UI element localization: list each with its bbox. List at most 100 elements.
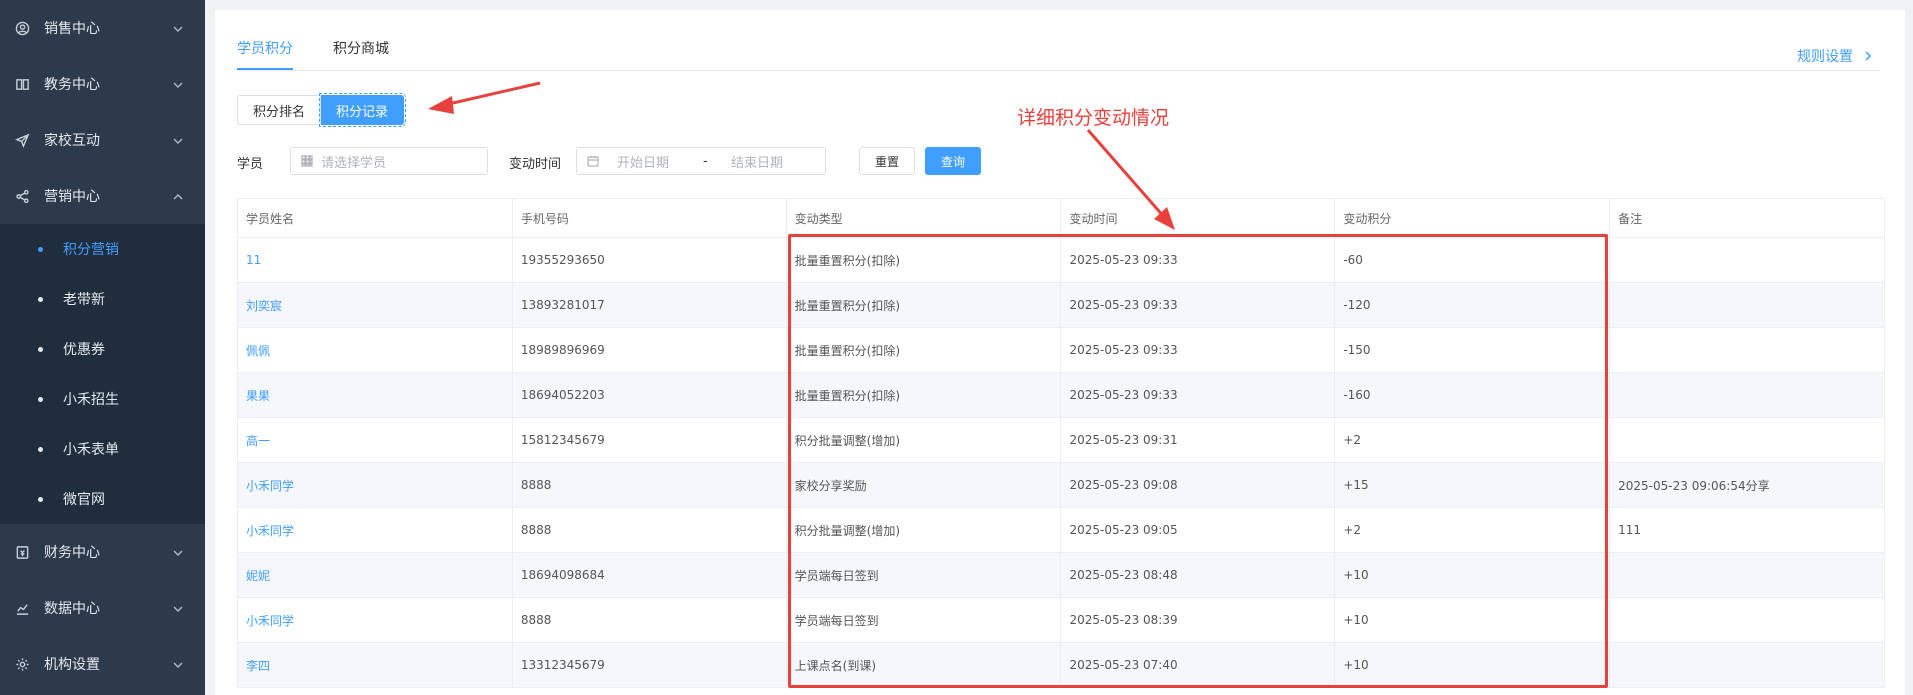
student-name-cell[interactable]: 果果 [238, 373, 513, 418]
sidebar-item-home-school[interactable]: 家校互动 [0, 112, 205, 168]
chevron-down-icon [173, 23, 183, 33]
sidebar-item-referral[interactable]: 老带新 [0, 274, 205, 324]
student-name-cell[interactable]: 刘奕宸 [238, 283, 513, 328]
remark-cell [1610, 238, 1885, 283]
table-row: 妮妮 18694098684 学员端每日签到 2025-05-23 08:48 +10 [238, 553, 1885, 598]
sidebar-item-label: 销售中心 [44, 21, 100, 37]
submenu-label: 老带新 [63, 292, 105, 308]
student-name-cell[interactable]: 11 [238, 238, 513, 283]
column-header[interactable]: 手机号码 [512, 199, 787, 238]
phone-cell: 18989896969 [512, 328, 787, 373]
date-range-picker[interactable]: 开始日期 - 结束日期 [576, 147, 826, 175]
sidebar-item-label: 营销中心 [44, 189, 100, 205]
change-type-cell: 学员端每日签到 [786, 598, 1062, 643]
bullet-icon [38, 496, 43, 502]
sidebar-item-microsite[interactable]: 微官网 [0, 474, 205, 524]
change-time-cell: 2025-05-23 08:48 [1061, 553, 1336, 598]
change-points-cell: +2 [1335, 418, 1611, 463]
start-date-placeholder[interactable]: 开始日期 [617, 152, 703, 171]
student-name-cell[interactable]: 妮妮 [238, 553, 513, 598]
finance-icon [14, 544, 30, 560]
sidebar-item-finance[interactable]: 财务中心 [0, 524, 205, 580]
tabs-divider [237, 70, 1880, 71]
remark-cell [1610, 283, 1885, 328]
points-ranking-button[interactable]: 积分排名 [237, 95, 322, 125]
student-name-cell[interactable]: 李四 [238, 643, 513, 688]
points-records-table: 学员姓名 手机号码 变动类型 变动时间 变动积分 备注 11 1935529365… [237, 198, 1885, 688]
end-date-placeholder[interactable]: 结束日期 [731, 152, 783, 171]
change-time-cell: 2025-05-23 08:39 [1061, 598, 1336, 643]
sidebar-item-academic[interactable]: 教务中心 [0, 56, 205, 112]
remark-cell [1610, 418, 1885, 463]
column-header[interactable]: 变动时间 [1061, 199, 1336, 238]
chevron-up-icon [173, 191, 183, 201]
column-header[interactable]: 备注 [1610, 199, 1885, 238]
student-select[interactable]: 请选择学员 [290, 147, 488, 175]
tab-points-mall[interactable]: 积分商城 [333, 38, 389, 70]
chevron-down-icon [173, 79, 183, 89]
change-points-cell: +15 [1335, 463, 1611, 508]
book-icon [14, 76, 30, 92]
bullet-icon [38, 396, 43, 402]
chevron-right-icon [1865, 51, 1872, 61]
tab-student-points[interactable]: 学员积分 [237, 38, 293, 70]
table-row: 小禾同学 8888 学员端每日签到 2025-05-23 08:39 +10 [238, 598, 1885, 643]
sidebar-item-label: 数据中心 [44, 601, 100, 617]
table-row: 11 19355293650 批量重置积分(扣除) 2025-05-23 09:33-… [238, 238, 1885, 283]
table-row: 果果 18694052203 批量重置积分(扣除) 2025-05-23 09:33-… [238, 373, 1885, 418]
reset-button[interactable]: 重置 [859, 147, 915, 175]
marketing-submenu: 积分营销 老带新 优惠券 小禾招生 小禾表单 微官网 [0, 224, 205, 524]
chevron-down-icon [173, 547, 183, 557]
sidebar-item-label: 教务中心 [44, 77, 100, 93]
phone-cell: 15812345679 [512, 418, 787, 463]
sidebar-item-coupons[interactable]: 优惠券 [0, 324, 205, 374]
student-name-cell[interactable]: 高一 [238, 418, 513, 463]
sidebar-item-settings[interactable]: 机构设置 [0, 636, 205, 692]
bullet-icon [38, 296, 43, 302]
table-row: 佩佩 18989896969 批量重置积分(扣除) 2025-05-23 09:33-… [238, 328, 1885, 373]
sidebar-item-data[interactable]: 数据中心 [0, 580, 205, 636]
student-name-cell[interactable]: 小禾同学 [238, 598, 513, 643]
submenu-label: 小禾招生 [63, 392, 119, 408]
change-points-cell: -150 [1335, 328, 1611, 373]
change-time-cell: 2025-05-23 07:40 [1061, 643, 1336, 688]
change-points-cell: +10 [1335, 643, 1611, 688]
change-points-cell: -60 [1335, 238, 1611, 283]
sidebar-item-points-marketing[interactable]: 积分营销 [0, 224, 205, 274]
sidebar-item-forms[interactable]: 小禾表单 [0, 424, 205, 474]
column-header[interactable]: 变动类型 [786, 199, 1062, 238]
submenu-label: 优惠券 [63, 342, 105, 358]
grid-icon [301, 155, 313, 167]
sidebar-item-marketing[interactable]: 营销中心 [0, 168, 205, 224]
sidebar-item-label: 财务中心 [44, 545, 100, 561]
change-points-cell: -120 [1335, 283, 1611, 328]
column-header[interactable]: 学员姓名 [238, 199, 513, 238]
query-button[interactable]: 查询 [925, 147, 981, 175]
rule-settings-link[interactable]: 规则设置 [1797, 46, 1873, 66]
table-row: 小禾同学 8888 积分批量调整(增加) 2025-05-23 09:05 +2 111 [238, 508, 1885, 553]
share-icon [14, 188, 30, 204]
submenu-label: 积分营销 [63, 242, 119, 258]
change-time-cell: 2025-05-23 09:33 [1061, 373, 1336, 418]
column-header[interactable]: 变动积分 [1335, 199, 1611, 238]
sidebar-item-sales[interactable]: 销售中心 [0, 0, 205, 56]
sidebar-item-enrollment[interactable]: 小禾招生 [0, 374, 205, 424]
student-name-cell[interactable]: 小禾同学 [238, 508, 513, 553]
gear-icon [14, 656, 30, 672]
points-records-button[interactable]: 积分记录 [319, 93, 407, 127]
change-type-cell: 上课点名(到课) [786, 643, 1062, 688]
change-time-cell: 2025-05-23 09:33 [1061, 283, 1336, 328]
student-name-cell[interactable]: 小禾同学 [238, 463, 513, 508]
chevron-down-icon [173, 603, 183, 613]
phone-cell: 18694098684 [512, 553, 787, 598]
change-type-cell: 家校分享奖励 [786, 463, 1062, 508]
change-time-cell: 2025-05-23 09:31 [1061, 418, 1336, 463]
student-placeholder: 请选择学员 [321, 155, 387, 171]
change-points-cell: +10 [1335, 598, 1611, 643]
phone-cell: 18694052203 [512, 373, 787, 418]
change-type-cell: 批量重置积分(扣除) [786, 283, 1062, 328]
bullet-icon [38, 346, 43, 352]
student-name-cell[interactable]: 佩佩 [238, 328, 513, 373]
bullet-icon [38, 246, 43, 252]
change-points-cell: +2 [1335, 508, 1611, 553]
